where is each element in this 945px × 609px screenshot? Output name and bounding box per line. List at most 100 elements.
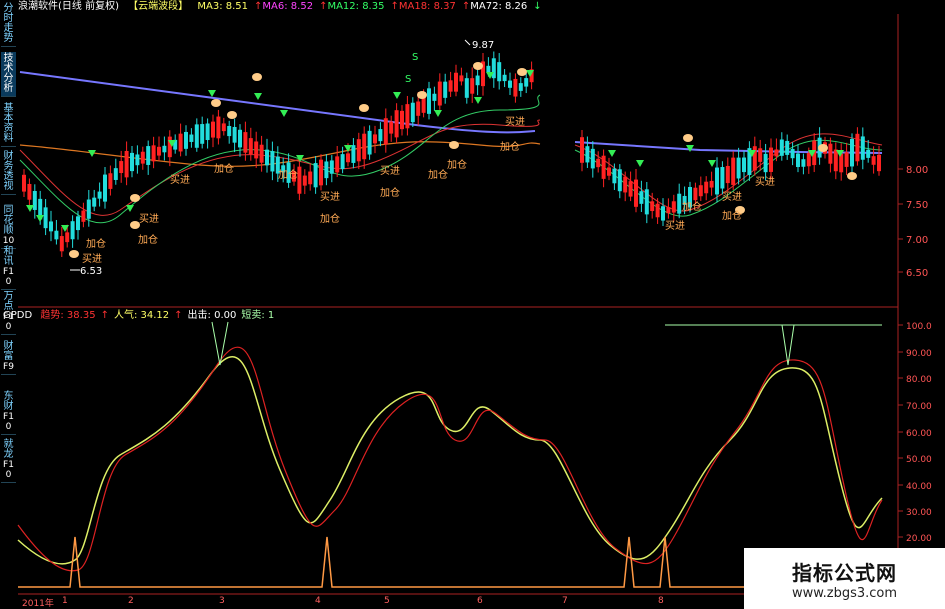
candle-body	[130, 152, 134, 172]
buy-marker	[227, 111, 237, 119]
sell-marker	[36, 215, 44, 222]
candle-body	[502, 74, 507, 82]
candle-body	[65, 232, 70, 243]
candle-body	[796, 153, 800, 168]
candle-body	[373, 134, 377, 144]
candle-body	[475, 75, 480, 86]
indicator-axis-label: 90.00	[906, 349, 932, 359]
candle-body	[596, 158, 601, 168]
candle-body	[389, 121, 394, 134]
date-axis-label: 4	[315, 596, 321, 606]
stock-chart[interactable]: 8.00 7.50 7.00 6.50 100.0 90.00 80.00 70.00 60.0…	[0, 0, 945, 609]
signal-label: 加仓	[138, 233, 158, 246]
candle-body	[524, 78, 529, 87]
signal-label: 加仓	[682, 200, 702, 213]
indicator-axis-label: 70.00	[906, 402, 932, 412]
candle-body	[508, 80, 512, 88]
buy-marker	[473, 62, 483, 70]
candle-body	[661, 206, 665, 221]
buy-marker	[417, 91, 427, 99]
sell-marker	[393, 92, 401, 99]
candle-body	[200, 124, 205, 144]
high-pointer	[464, 39, 471, 46]
signal-label: 加仓	[447, 158, 467, 171]
buy-marker	[359, 104, 369, 112]
signal-label: 加仓	[214, 162, 234, 175]
signal-label: 加仓	[428, 168, 448, 181]
candle-body	[607, 167, 611, 176]
candle-body	[227, 125, 232, 137]
candle-body	[324, 161, 329, 179]
indicator-axis-label: 100.0	[906, 322, 932, 332]
candle-body	[22, 174, 26, 192]
candle-body	[140, 151, 145, 164]
candle-body	[351, 145, 356, 163]
candle-body	[383, 118, 388, 145]
sell-marker	[474, 97, 482, 104]
candle-body	[459, 75, 464, 82]
high-label: 9.87	[472, 40, 494, 51]
candle-body	[585, 146, 590, 163]
buy-marker	[211, 99, 221, 107]
indicator-axis-label: 30.00	[906, 508, 932, 518]
candle-body	[335, 156, 340, 173]
candle-body	[758, 148, 763, 162]
candle-body	[270, 151, 275, 172]
candle-body	[421, 96, 426, 113]
popularity-line	[17, 356, 883, 565]
candle-body	[86, 199, 91, 219]
candle-body	[329, 160, 334, 174]
candle-body	[634, 179, 638, 207]
indicator-value-0: 趋势: 38.35	[40, 310, 96, 321]
candle-body	[769, 147, 773, 172]
candle-body	[731, 157, 736, 185]
candle-body	[639, 191, 644, 204]
sell-marker	[708, 160, 716, 167]
candle-body	[76, 216, 80, 231]
candle-body	[725, 165, 730, 184]
candle-body	[254, 141, 259, 159]
candle-body	[362, 133, 367, 160]
candle-body	[49, 221, 53, 232]
date-axis-label: 7	[562, 596, 568, 606]
buy-marker	[449, 141, 459, 149]
buy-marker	[517, 68, 527, 76]
date-axis-label: 2011年	[22, 599, 54, 609]
ma-line	[19, 94, 541, 224]
indicator-axis-label: 40.00	[906, 482, 932, 492]
candle-body	[378, 129, 383, 142]
candle-body	[844, 152, 849, 167]
indicator-name[interactable]: GPDD	[3, 310, 32, 321]
candle-body	[308, 171, 313, 185]
candle-body	[443, 81, 448, 98]
candle-body	[405, 104, 410, 129]
candle-body	[806, 153, 811, 167]
candle-body	[238, 129, 242, 148]
indicator-axis-label: 60.00	[906, 429, 932, 439]
signal-label: 买进	[170, 174, 190, 186]
candle-body	[157, 146, 161, 156]
candle-body	[97, 191, 102, 199]
candle-body	[612, 168, 617, 184]
candle-body	[400, 110, 404, 130]
signal-label: 加仓	[278, 168, 298, 181]
candle-body	[693, 187, 698, 201]
indicator-arrow-1: ↑	[174, 310, 183, 321]
candle-body	[464, 78, 469, 98]
candle-body	[205, 123, 210, 141]
candle-body	[720, 167, 725, 189]
watermark-title: 指标公式网	[792, 560, 897, 585]
candle-body	[232, 126, 237, 143]
candle-body	[628, 181, 633, 197]
indicator-value-1: 人气: 34.12	[113, 310, 170, 321]
candle-body	[601, 155, 606, 179]
signal-label: 加仓	[500, 140, 520, 153]
indicator-axis-label: 20.00	[906, 534, 932, 544]
signal-label: 买进	[82, 253, 102, 265]
candle-body	[410, 102, 415, 123]
candle-body	[774, 149, 779, 157]
candle-body	[655, 203, 660, 218]
candle-body	[151, 145, 156, 162]
candle-body	[243, 132, 248, 153]
candle-body	[119, 161, 124, 174]
